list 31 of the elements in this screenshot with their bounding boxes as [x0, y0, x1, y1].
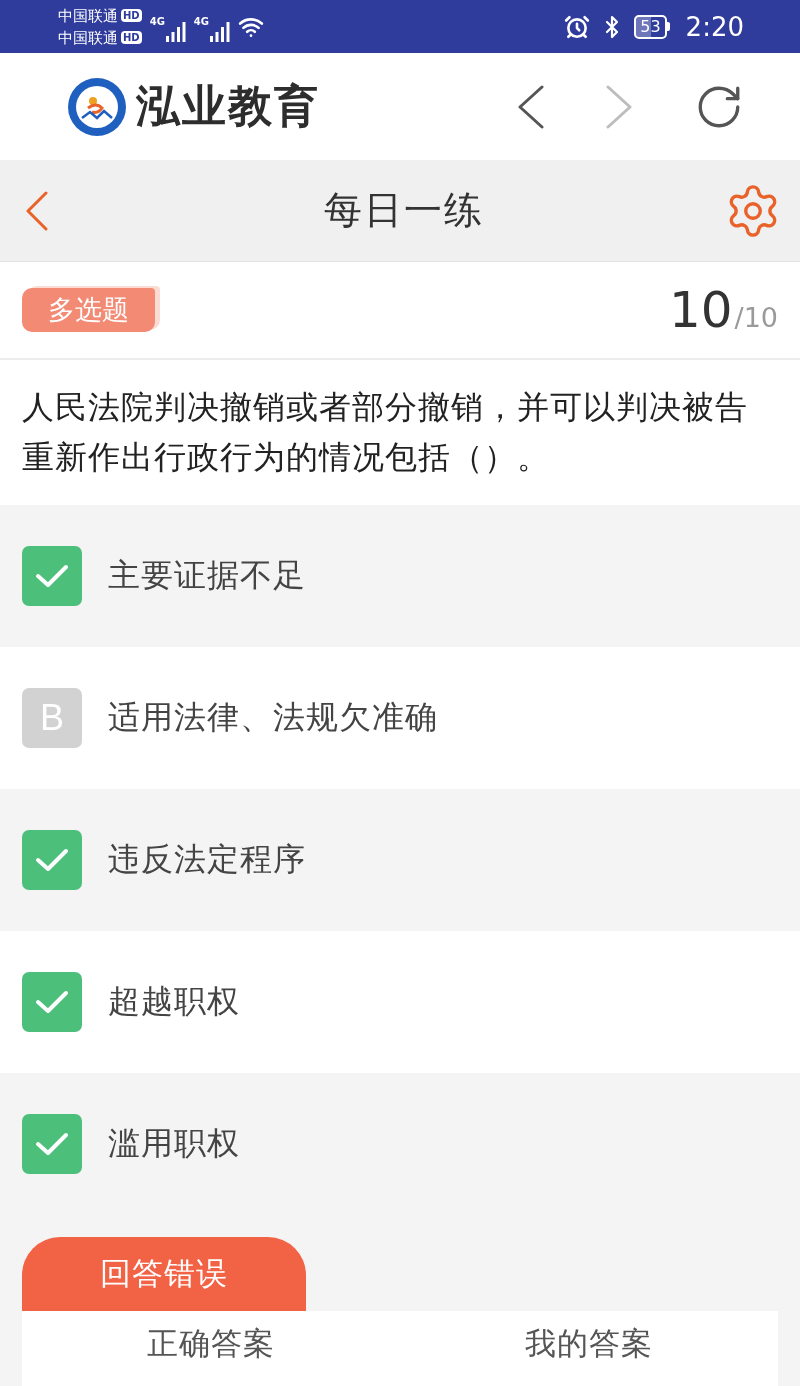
option-item[interactable]: 超越职权: [0, 931, 800, 1073]
logo-icon: [68, 77, 126, 136]
network-type-label: 4G: [193, 15, 209, 28]
result-banner: 回答错误: [22, 1237, 306, 1311]
option-text: 主要证据不足: [108, 555, 306, 596]
chevron-left-icon: [26, 190, 48, 231]
question-text: 人民法院判决撤销或者部分撤销，并可以判决被告重新作出行政行为的情况包括（）。: [0, 360, 800, 505]
question-total: /10: [734, 302, 778, 333]
alarm-icon: [564, 13, 591, 40]
option-text: 适用法律、法规欠准确: [108, 697, 438, 738]
site-name: 泓业教育: [136, 79, 320, 133]
option-text: 滥用职权: [108, 1123, 240, 1164]
question-type-badge: 多选题: [22, 288, 155, 332]
answer-column-heading: 我的答案: [525, 1325, 653, 1361]
hd-badge: HD: [121, 31, 142, 44]
clock-time: 2:20: [685, 11, 744, 42]
chevron-left-icon: [518, 84, 544, 129]
network-type-label: 4G: [149, 15, 165, 28]
carrier-name: 中国联通: [58, 5, 118, 26]
chevron-right-icon: [606, 84, 632, 129]
page-title: 每日一练: [324, 187, 484, 234]
option-text: 超越职权: [108, 981, 240, 1022]
signal-icon: [210, 21, 230, 42]
hd-badge: HD: [121, 9, 142, 22]
carrier-name: 中国联通: [58, 27, 118, 48]
option-text: 违反法定程序: [108, 839, 306, 880]
signal-icon: [165, 21, 186, 42]
answer-column-heading: 正确答案: [147, 1325, 275, 1361]
question-number: 10: [668, 281, 733, 339]
battery-indicator: 53: [634, 14, 670, 39]
back-button[interactable]: [518, 84, 544, 129]
